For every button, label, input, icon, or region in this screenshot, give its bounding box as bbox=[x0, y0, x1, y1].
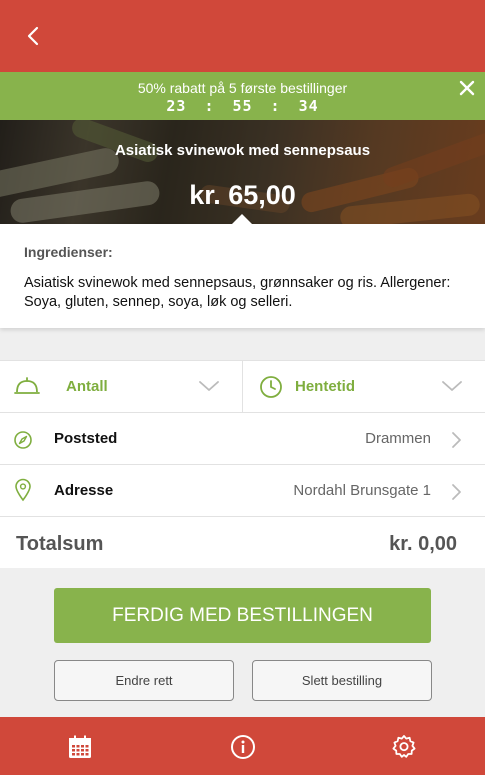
finish-order-button[interactable]: FERDIG MED BESTILLINGEN bbox=[54, 588, 431, 643]
close-icon[interactable] bbox=[455, 76, 479, 100]
city-row[interactable]: Poststed Drammen bbox=[0, 412, 485, 464]
quantity-label: Antall bbox=[66, 378, 108, 395]
dish-price: kr. 65,00 bbox=[189, 180, 296, 210]
chevron-right-icon bbox=[452, 484, 461, 500]
clock-icon bbox=[260, 375, 282, 398]
pickup-time-label: Hentetid bbox=[295, 378, 355, 395]
cloche-icon bbox=[14, 376, 40, 394]
chevron-left-icon[interactable] bbox=[20, 22, 48, 50]
order-options: Antall Hentetid Poststed Drammen Adresse… bbox=[0, 360, 485, 516]
info-icon[interactable] bbox=[230, 734, 256, 760]
top-bar bbox=[0, 0, 485, 72]
city-label: Poststed bbox=[54, 430, 118, 447]
total-row: Totalsum kr. 0,00 bbox=[0, 516, 485, 568]
dish-title: Asiatisk svinewok med sennepsaus bbox=[114, 142, 371, 159]
settings-icon[interactable] bbox=[391, 734, 417, 760]
quantity-pickup-row: Antall Hentetid bbox=[0, 360, 485, 413]
address-label: Adresse bbox=[54, 482, 114, 499]
timer-minutes: 55 bbox=[232, 97, 253, 115]
compass-icon bbox=[14, 431, 32, 449]
city-value: Drammen bbox=[365, 430, 431, 447]
timer-separator: : bbox=[270, 97, 281, 115]
chevron-down-icon bbox=[199, 380, 219, 391]
location-pin-icon bbox=[15, 478, 31, 502]
ingredients-title: Ingredienser: bbox=[24, 244, 113, 260]
edit-dish-button[interactable]: Endre rett bbox=[54, 660, 234, 701]
promo-banner: 50% rabatt på 5 første bestillinger 23 :… bbox=[0, 72, 485, 120]
timer-seconds: 34 bbox=[298, 97, 319, 115]
dish-hero-image: Asiatisk svinewok med sennepsaus kr. 65,… bbox=[0, 120, 485, 224]
quantity-dropdown[interactable]: Antall bbox=[0, 361, 242, 413]
ingredients-card: Ingredienser: Asiatisk svinewok med senn… bbox=[0, 214, 485, 328]
chevron-down-icon bbox=[442, 380, 462, 391]
bottom-tab-bar bbox=[0, 717, 485, 775]
countdown-timer: 23 : 55 : 34 bbox=[0, 97, 485, 115]
ingredients-text: Asiatisk svinewok med sennepsaus, grønns… bbox=[24, 275, 451, 310]
pickup-time-dropdown[interactable]: Hentetid bbox=[242, 360, 485, 413]
address-row[interactable]: Adresse Nordahl Brunsgate 1 bbox=[0, 464, 485, 516]
chevron-right-icon bbox=[452, 432, 461, 448]
delete-order-button[interactable]: Slett bestilling bbox=[252, 660, 432, 701]
calendar-icon[interactable] bbox=[67, 734, 93, 760]
address-value: Nordahl Brunsgate 1 bbox=[293, 482, 431, 499]
total-label: Totalsum bbox=[16, 533, 104, 555]
timer-separator: : bbox=[204, 97, 215, 115]
timer-hours: 23 bbox=[166, 97, 187, 115]
promo-text: 50% rabatt på 5 første bestillinger bbox=[137, 80, 348, 96]
total-value: kr. 0,00 bbox=[389, 533, 457, 555]
